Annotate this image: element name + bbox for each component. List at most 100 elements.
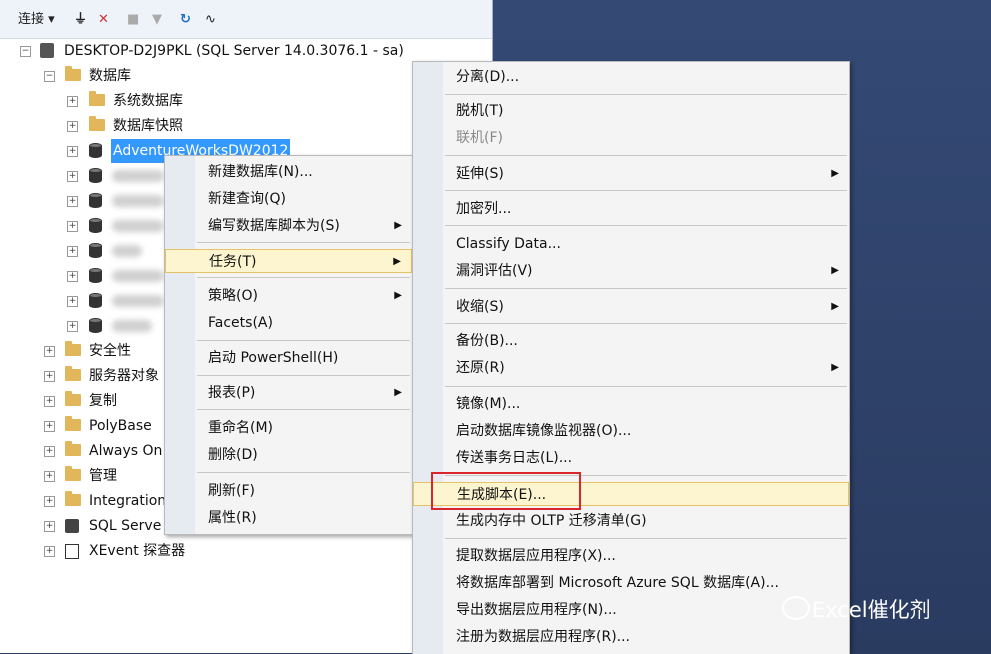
- menu-item-classify-data[interactable]: Classify Data...: [413, 232, 849, 256]
- tree-node-security[interactable]: + 安全性: [0, 339, 170, 363]
- expand-icon[interactable]: +: [67, 271, 78, 282]
- menu-item-bring-online[interactable]: 联机(F): [413, 126, 849, 150]
- collapse-icon[interactable]: −: [20, 46, 31, 57]
- menu-item-take-offline[interactable]: 脱机(T): [413, 99, 849, 123]
- expand-icon[interactable]: +: [67, 221, 78, 232]
- menu-separator: [445, 225, 847, 226]
- menu-item-label: 启动 PowerShell(H): [208, 350, 339, 366]
- blurred-label: [112, 320, 152, 332]
- tree-node-database[interactable]: +: [0, 164, 170, 188]
- menu-item-extract-data-tier[interactable]: 提取数据层应用程序(X)...: [413, 544, 849, 568]
- refresh-icon[interactable]: ↻: [180, 10, 191, 30]
- menu-item-start-powershell[interactable]: 启动 PowerShell(H): [165, 346, 412, 370]
- disconnect-icon[interactable]: ✕: [98, 10, 109, 30]
- menu-item-label: 报表(P): [208, 385, 256, 401]
- expand-icon[interactable]: +: [44, 496, 55, 507]
- database-icon: [89, 193, 102, 208]
- tree-node-replication[interactable]: + 复制: [0, 389, 170, 413]
- menu-item-reports[interactable]: 报表(P) ▶: [165, 381, 412, 405]
- menu-item-label: 注册为数据层应用程序(R)...: [456, 629, 631, 645]
- stop-icon[interactable]: ■: [127, 10, 139, 30]
- tree-node-database[interactable]: +: [0, 214, 170, 238]
- expand-icon[interactable]: +: [67, 321, 78, 332]
- menu-item-label: 导出数据层应用程序(N)...: [456, 602, 617, 618]
- tree-label-integration: Integration: [89, 493, 167, 509]
- expand-icon[interactable]: +: [67, 296, 78, 307]
- expand-icon[interactable]: +: [44, 421, 55, 432]
- menu-item-label: 策略(O): [208, 288, 258, 304]
- expand-icon[interactable]: +: [67, 196, 78, 207]
- menu-item-stretch[interactable]: 延伸(S) ▶: [413, 162, 849, 186]
- folder-icon: [65, 341, 81, 356]
- tree-node-server-objects[interactable]: + 服务器对象: [0, 364, 170, 388]
- menu-separator: [197, 340, 410, 341]
- menu-item-ship-transaction-logs[interactable]: 传送事务日志(L)...: [413, 446, 849, 470]
- submenu-arrow-icon: ▶: [831, 301, 839, 312]
- menu-item-restore[interactable]: 还原(R) ▶: [413, 356, 849, 380]
- menu-item-label: 备份(B)...: [456, 333, 518, 349]
- menu-item-detach[interactable]: 分离(D)...: [413, 65, 849, 89]
- expand-icon[interactable]: +: [44, 371, 55, 382]
- submenu-arrow-icon: ▶: [831, 265, 839, 276]
- menu-item-label: Classify Data...: [456, 236, 561, 252]
- tree-label-server-objects: 服务器对象: [89, 368, 159, 384]
- expand-icon[interactable]: +: [44, 346, 55, 357]
- menu-item-mirror[interactable]: 镜像(M)...: [413, 392, 849, 416]
- expand-icon[interactable]: +: [44, 396, 55, 407]
- menu-item-backup[interactable]: 备份(B)...: [413, 329, 849, 353]
- collapse-icon[interactable]: −: [44, 71, 55, 82]
- connect-dropdown-button[interactable]: 连接 ▾: [18, 10, 55, 30]
- menu-item-rename[interactable]: 重命名(M): [165, 416, 412, 440]
- activity-monitor-icon[interactable]: ∿: [205, 10, 216, 30]
- wechat-logo-icon: [782, 596, 810, 620]
- menu-item-new-database[interactable]: 新建数据库(N)...: [165, 160, 412, 184]
- blurred-label: [112, 270, 164, 282]
- tree-node-management[interactable]: + 管理: [0, 464, 170, 488]
- menu-item-properties[interactable]: 属性(R): [165, 506, 412, 530]
- menu-item-encrypt-columns[interactable]: 加密列...: [413, 197, 849, 221]
- expand-icon[interactable]: +: [44, 446, 55, 457]
- connect-plug-icon[interactable]: ⏚: [74, 10, 87, 30]
- database-icon: [89, 268, 102, 283]
- filter-icon[interactable]: ▼: [152, 10, 162, 30]
- expand-icon[interactable]: +: [67, 246, 78, 257]
- tree-node-database[interactable]: +: [0, 189, 170, 213]
- expand-icon[interactable]: +: [67, 146, 78, 157]
- menu-item-delete[interactable]: 删除(D): [165, 443, 412, 467]
- menu-item-policies[interactable]: 策略(O) ▶: [165, 284, 412, 308]
- menu-item-vulnerability-assessment[interactable]: 漏洞评估(V) ▶: [413, 259, 849, 283]
- menu-item-mirror-monitor[interactable]: 启动数据库镜像监视器(O)...: [413, 419, 849, 443]
- tree-node-xevent[interactable]: + XEvent 探查器: [0, 539, 220, 563]
- submenu-arrow-icon: ▶: [394, 290, 402, 301]
- tree-node-database[interactable]: +: [0, 239, 170, 263]
- database-icon: [89, 243, 102, 258]
- expand-icon[interactable]: +: [44, 521, 55, 532]
- expand-icon[interactable]: +: [44, 471, 55, 482]
- tree-node-database[interactable]: +: [0, 289, 170, 313]
- expand-icon[interactable]: +: [44, 546, 55, 557]
- expand-icon[interactable]: +: [67, 96, 78, 107]
- menu-item-refresh[interactable]: 刷新(F): [165, 479, 412, 503]
- tree-node-database[interactable]: +: [0, 314, 170, 338]
- tree-node-sql-server-agent[interactable]: + SQL Serve: [0, 514, 170, 538]
- menu-item-facets[interactable]: Facets(A): [165, 311, 412, 335]
- menu-item-register-data-tier[interactable]: 注册为数据层应用程序(R)...: [413, 625, 849, 649]
- expand-icon[interactable]: +: [67, 171, 78, 182]
- menu-item-label: 延伸(S): [456, 166, 504, 182]
- menu-item-deploy-to-azure[interactable]: 将数据库部署到 Microsoft Azure SQL 数据库(A)...: [413, 571, 849, 595]
- expand-icon[interactable]: +: [67, 121, 78, 132]
- tree-node-database[interactable]: +: [0, 264, 170, 288]
- folder-icon: [65, 466, 81, 481]
- menu-item-label: 传送事务日志(L)...: [456, 450, 573, 466]
- menu-item-label: 新建数据库(N)...: [208, 164, 313, 180]
- menu-item-oltp-migration-checklist[interactable]: 生成内存中 OLTP 迁移清单(G): [413, 509, 849, 533]
- tree-node-integration[interactable]: + Integration: [0, 489, 170, 513]
- menu-item-shrink[interactable]: 收缩(S) ▶: [413, 295, 849, 319]
- tree-node-polybase[interactable]: + PolyBase: [0, 414, 170, 438]
- tree-node-server[interactable]: − DESKTOP-D2J9PKL (SQL Server 14.0.3076.…: [0, 39, 492, 63]
- menu-item-script-database[interactable]: 编写数据库脚本为(S) ▶: [165, 214, 412, 238]
- tree-node-alwayson[interactable]: + Always On: [0, 439, 170, 463]
- menu-item-label: 生成内存中 OLTP 迁移清单(G): [456, 513, 647, 529]
- menu-item-tasks[interactable]: 任务(T) ▶: [165, 249, 412, 273]
- menu-item-new-query[interactable]: 新建查询(Q): [165, 187, 412, 211]
